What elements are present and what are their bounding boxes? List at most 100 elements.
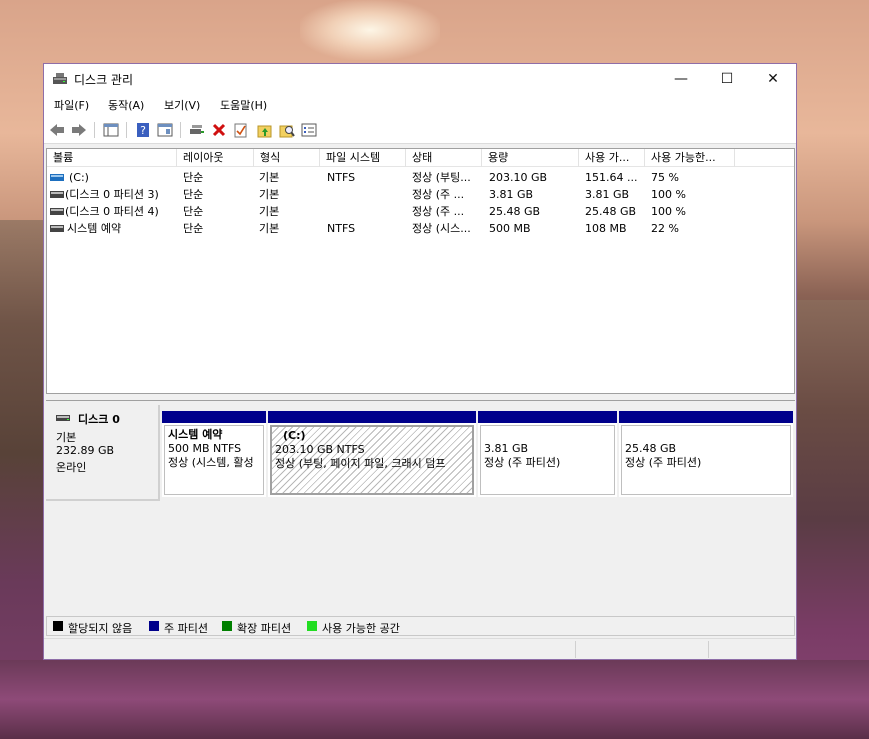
- cell-free-space: 3.81 GB: [585, 188, 630, 201]
- disk-info-panel[interactable]: 디스크 0 기본 232.89 GB 온라인: [46, 405, 160, 501]
- status-bar-divider: [575, 641, 576, 658]
- partition-size: 203.10 GB NTFS: [275, 443, 365, 456]
- title-bar[interactable]: 디스크 관리 — ☐ ✕: [44, 64, 796, 94]
- table-row[interactable]: (C:) 단순 기본 NTFS 정상 (부팅... 203.10 GB 151.…: [47, 169, 794, 186]
- minimize-button[interactable]: —: [658, 64, 704, 94]
- column-header-percent-free[interactable]: 사용 가능한...: [645, 149, 735, 167]
- cell-volume: 시스템 예약: [67, 222, 122, 235]
- partition-name: [625, 428, 787, 442]
- cell-layout: 단순: [183, 205, 204, 218]
- cell-free-space: 151.64 ...: [585, 171, 638, 184]
- column-header-status[interactable]: 상태: [406, 149, 482, 167]
- cell-percent-free: 100 %: [651, 188, 686, 201]
- menu-view[interactable]: 보기(V): [164, 97, 200, 113]
- drive-icon: [50, 225, 64, 232]
- cell-percent-free: 75 %: [651, 171, 679, 184]
- disk-management-icon: [53, 73, 67, 84]
- back-icon[interactable]: [48, 121, 66, 139]
- check-icon[interactable]: [232, 121, 250, 139]
- cell-filesystem: NTFS: [327, 171, 356, 184]
- column-header-capacity[interactable]: 용량: [482, 149, 579, 167]
- partition-size: 500 MB NTFS: [168, 442, 242, 455]
- cell-type: 기본: [259, 188, 280, 201]
- properties-icon[interactable]: [156, 121, 174, 139]
- disk-size: 232.89 GB: [56, 444, 115, 457]
- drive-icon: [50, 174, 64, 181]
- partition-bar: [268, 411, 476, 423]
- column-header-volume[interactable]: 볼륨: [47, 149, 177, 167]
- cell-capacity: 500 MB: [489, 222, 531, 235]
- list-icon[interactable]: [300, 121, 318, 139]
- toolbar: ?: [44, 116, 796, 144]
- partition-3[interactable]: 3.81 GB 정상 (주 파티션): [478, 411, 617, 497]
- column-header-type[interactable]: 형식: [254, 149, 320, 167]
- console-tree-icon[interactable]: [102, 121, 120, 139]
- partition-name: 시스템 예약: [168, 428, 223, 441]
- window-title: 디스크 관리: [74, 73, 134, 87]
- partition-bar: [478, 411, 617, 423]
- partition-body: 25.48 GB 정상 (주 파티션): [621, 425, 791, 495]
- connect-icon[interactable]: [188, 121, 206, 139]
- disk-name: 디스크 0: [78, 413, 120, 426]
- column-header-free-space[interactable]: 사용 가...: [579, 149, 645, 167]
- cell-status: 정상 (부팅...: [412, 171, 471, 184]
- partition-size: 25.48 GB: [625, 442, 677, 455]
- column-header-filesystem[interactable]: 파일 시스템: [320, 149, 406, 167]
- legend-swatch-unallocated: [53, 621, 63, 631]
- partition-4[interactable]: 25.48 GB 정상 (주 파티션): [619, 411, 793, 497]
- toolbar-separator: [180, 122, 181, 138]
- cell-layout: 단순: [183, 171, 204, 184]
- menu-action[interactable]: 동작(A): [108, 97, 144, 113]
- partition-c-drive[interactable]: (C:) 203.10 GB NTFS 정상 (부팅, 페이지 파일, 크래시 …: [268, 411, 476, 497]
- table-row[interactable]: (디스크 0 파티션 4) 단순 기본 정상 (주 ... 25.48 GB 2…: [47, 203, 794, 220]
- disk-icon: [56, 415, 70, 421]
- partition-bar: [162, 411, 266, 423]
- maximize-button[interactable]: ☐: [704, 64, 750, 94]
- cell-filesystem: NTFS: [327, 222, 356, 235]
- cell-type: 기본: [259, 205, 280, 218]
- forward-icon[interactable]: [70, 121, 88, 139]
- cell-free-space: 108 MB: [585, 222, 627, 235]
- legend-label-primary: 주 파티션: [164, 622, 208, 635]
- cell-layout: 단순: [183, 188, 204, 201]
- close-icon: ✕: [767, 71, 779, 87]
- column-header-layout[interactable]: 레이아웃: [177, 149, 254, 167]
- cell-percent-free: 100 %: [651, 205, 686, 218]
- cell-status: 정상 (시스...: [412, 222, 471, 235]
- partition-body: 시스템 예약 500 MB NTFS 정상 (시스템, 활성: [164, 425, 264, 495]
- background-flowers: [0, 660, 869, 739]
- cell-volume: (디스크 0 파티션 3): [65, 188, 159, 201]
- partition-body: 3.81 GB 정상 (주 파티션): [480, 425, 615, 495]
- disk-management-window: 디스크 관리 — ☐ ✕ 파일(F) 동작(A) 보기(V) 도움말(H) ?: [43, 63, 797, 660]
- maximize-icon: ☐: [720, 71, 734, 87]
- cell-status: 정상 (주 ...: [412, 188, 465, 201]
- cell-capacity: 25.48 GB: [489, 205, 541, 218]
- legend-label-extended: 확장 파티션: [237, 622, 292, 635]
- menu-file[interactable]: 파일(F): [54, 97, 89, 113]
- disk-status: 온라인: [56, 461, 87, 474]
- menu-bar: 파일(F) 동작(A) 보기(V) 도움말(H): [44, 94, 796, 116]
- delete-icon[interactable]: [210, 121, 228, 139]
- legend-swatch-free-space: [307, 621, 317, 631]
- cell-status: 정상 (주 ...: [412, 205, 465, 218]
- cell-capacity: 3.81 GB: [489, 188, 534, 201]
- partition-status: 정상 (시스템, 활성: [168, 456, 254, 469]
- cell-type: 기본: [259, 222, 280, 235]
- table-row[interactable]: 시스템 예약 단순 기본 NTFS 정상 (시스... 500 MB 108 M…: [47, 220, 794, 237]
- drive-icon: [50, 208, 64, 215]
- background-sun: [300, 0, 440, 60]
- close-button[interactable]: ✕: [750, 64, 796, 94]
- legend-label-free-space: 사용 가능한 공간: [322, 622, 400, 635]
- volume-list[interactable]: 볼륨 레이아웃 형식 파일 시스템 상태 용량 사용 가... 사용 가능한..…: [46, 148, 795, 394]
- disk-graphical-view[interactable]: 디스크 0 기본 232.89 GB 온라인 시스템 예약 500 MB NTF…: [46, 400, 795, 616]
- search-folder-icon[interactable]: [278, 121, 296, 139]
- folder-up-icon[interactable]: [256, 121, 274, 139]
- partition-system-reserved[interactable]: 시스템 예약 500 MB NTFS 정상 (시스템, 활성: [162, 411, 266, 497]
- legend-swatch-primary: [149, 621, 159, 631]
- cell-layout: 단순: [183, 222, 204, 235]
- help-icon[interactable]: ?: [134, 121, 152, 139]
- cell-filesystem: [327, 203, 405, 220]
- menu-help[interactable]: 도움말(H): [220, 97, 267, 113]
- table-row[interactable]: (디스크 0 파티션 3) 단순 기본 정상 (주 ... 3.81 GB 3.…: [47, 186, 794, 203]
- cell-filesystem: [327, 186, 405, 203]
